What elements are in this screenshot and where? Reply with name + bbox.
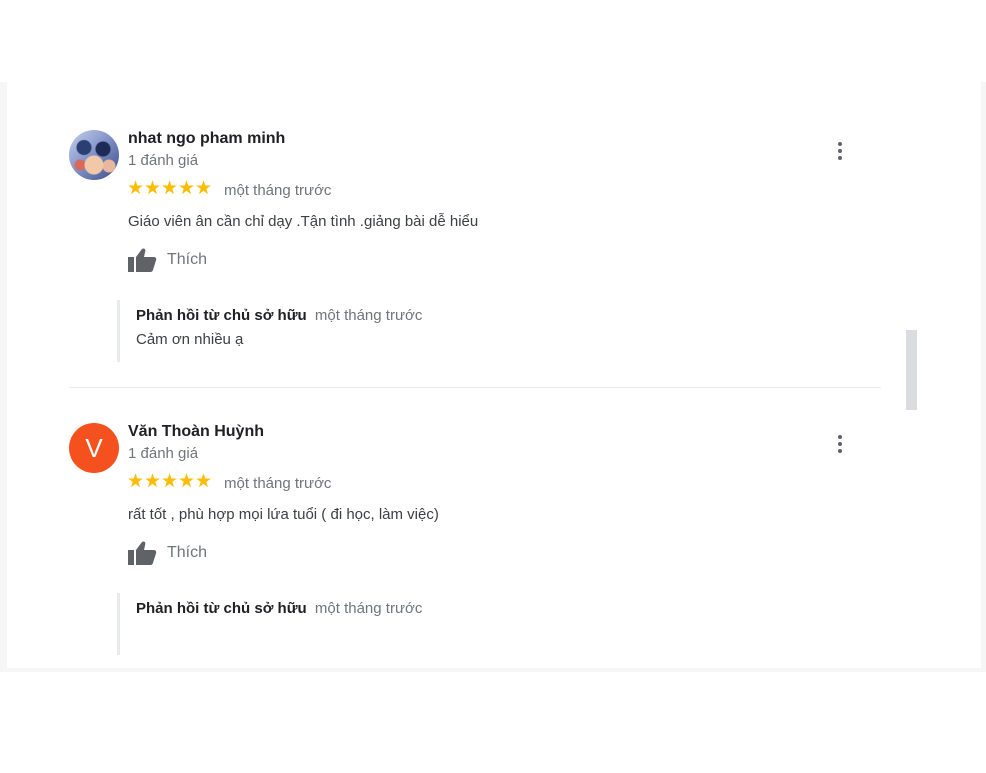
star-icon: ★ [195,471,213,492]
review-time: một tháng trước [224,475,332,492]
reviewer-avatar[interactable]: V [69,423,119,473]
star-icon: ★ [127,178,145,199]
like-label: Thích [167,544,208,561]
like-button[interactable]: Thích [127,539,207,567]
owner-reply-text: Cảm ơn nhiều ạ [136,331,244,348]
star-icon: ★ [195,178,213,199]
star-icon: ★ [178,178,196,199]
review-time: một tháng trước [224,182,332,199]
review-text: Giáo viên ân cần chỉ dạy .Tận tình .giản… [128,213,479,230]
more-vert-icon-dot [838,156,842,160]
more-vert-icon-dot [838,149,842,153]
star-rating: ★ ★ ★ ★ ★ [127,472,212,492]
owner-reply: Phản hồi từ chủ sở hữu một tháng trước C… [117,300,422,362]
review-menu-button[interactable] [829,140,851,162]
star-icon: ★ [178,471,196,492]
thumbs-up-icon [128,541,157,565]
more-vert-icon-dot [838,442,842,446]
more-vert-icon-dot [838,435,842,439]
review-divider [69,387,881,388]
avatar-letter: V [69,423,119,473]
owner-reply-time: một tháng trước [314,307,423,324]
review-text: rất tốt , phù hợp mọi lứa tuổi ( đi học,… [128,506,439,523]
more-vert-icon-dot [838,142,842,146]
reviewer-name[interactable]: Văn Thoàn Huỳnh [128,423,264,441]
owner-reply-label: Phản hồi từ chủ sở hữu [136,307,307,324]
star-icon: ★ [144,471,162,492]
reviews-dialog: nhat ngo pham minh 1 đánh giá ★ ★ ★ ★ ★ … [7,82,981,668]
reviewer-review-count: 1 đánh giá [128,152,199,169]
more-vert-icon-dot [838,449,842,453]
owner-reply-time: một tháng trước [314,600,423,617]
review-menu-button[interactable] [829,433,851,455]
reviewer-review-count: 1 đánh giá [128,445,199,462]
owner-reply: Phản hồi từ chủ sở hữu một tháng trước [117,593,422,655]
reviewer-avatar-photo [69,130,119,180]
like-label: Thích [167,251,208,268]
reviewer-avatar[interactable] [69,130,119,180]
star-icon: ★ [161,471,179,492]
reviewer-name[interactable]: nhat ngo pham minh [128,130,285,148]
star-icon: ★ [127,471,145,492]
star-rating: ★ ★ ★ ★ ★ [127,179,212,199]
owner-reply-label: Phản hồi từ chủ sở hữu [136,600,307,617]
scrollbar-thumb[interactable] [906,330,917,410]
like-button[interactable]: Thích [127,246,207,274]
star-icon: ★ [144,178,162,199]
star-icon: ★ [161,178,179,199]
thumbs-up-icon [128,248,157,272]
